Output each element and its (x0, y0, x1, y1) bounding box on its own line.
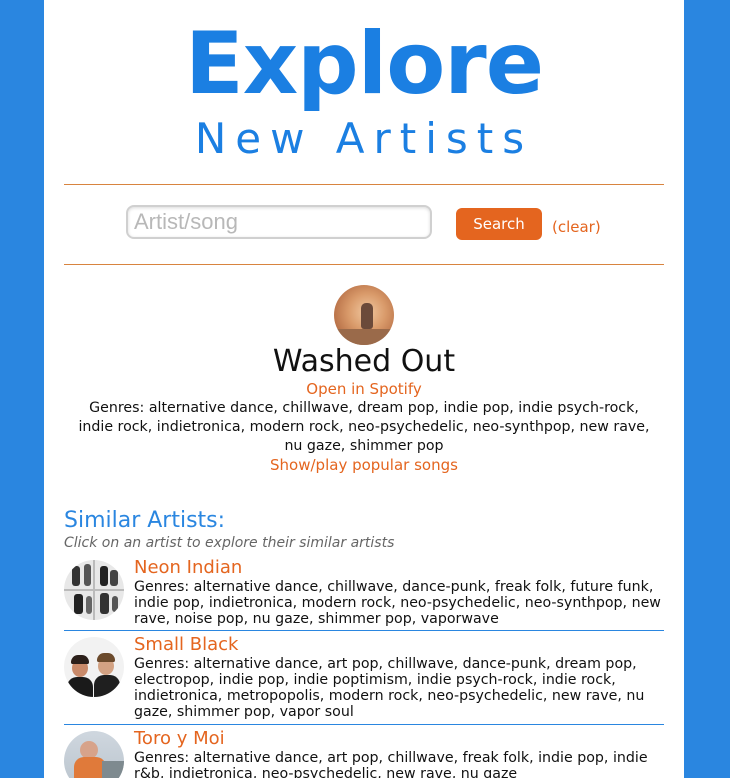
artist-avatar (334, 285, 394, 345)
artist-divider (64, 724, 664, 725)
similar-artist-genres: Genres: alternative dance, art pop, chil… (134, 656, 645, 720)
artist-name: Washed Out (272, 344, 456, 379)
artist-thumbnail (64, 560, 124, 620)
similar-artist-item[interactable]: Toro y Moi Genres: alternative dance, ar… (64, 728, 664, 778)
search-button[interactable]: Search (456, 208, 542, 240)
main-panel: Explore New Artists Search (clear) Washe… (44, 0, 684, 778)
clear-link[interactable]: (clear) (552, 218, 601, 236)
divider-bottom (64, 264, 664, 265)
search-input[interactable] (126, 205, 432, 239)
open-in-spotify-link[interactable]: Open in Spotify (44, 380, 684, 398)
similar-artists-heading: Similar Artists: (64, 508, 226, 533)
similar-artist-name: Small Black (134, 634, 239, 655)
artist-thumbnail (64, 637, 124, 697)
divider-top (64, 184, 664, 185)
artist-thumbnail (64, 731, 124, 778)
similar-artist-name: Toro y Moi (134, 728, 225, 749)
artist-genres: Genres: alternative dance, chillwave, dr… (78, 400, 650, 454)
similar-artist-genres: Genres: alternative dance, art pop, chil… (134, 750, 648, 778)
similar-artists-hint: Click on an artist to explore their simi… (64, 535, 395, 551)
similar-artist-name: Neon Indian (134, 557, 243, 578)
artist-divider (64, 630, 664, 631)
show-popular-songs-link[interactable]: Show/play popular songs (44, 456, 684, 474)
page-subtitle: New Artists (194, 114, 534, 163)
similar-artist-genres: Genres: alternative dance, chillwave, da… (134, 579, 661, 627)
similar-artist-item[interactable]: Neon Indian Genres: alternative dance, c… (64, 557, 664, 627)
page-title: Explore (184, 14, 544, 114)
similar-artist-item[interactable]: Small Black Genres: alternative dance, a… (64, 634, 664, 720)
